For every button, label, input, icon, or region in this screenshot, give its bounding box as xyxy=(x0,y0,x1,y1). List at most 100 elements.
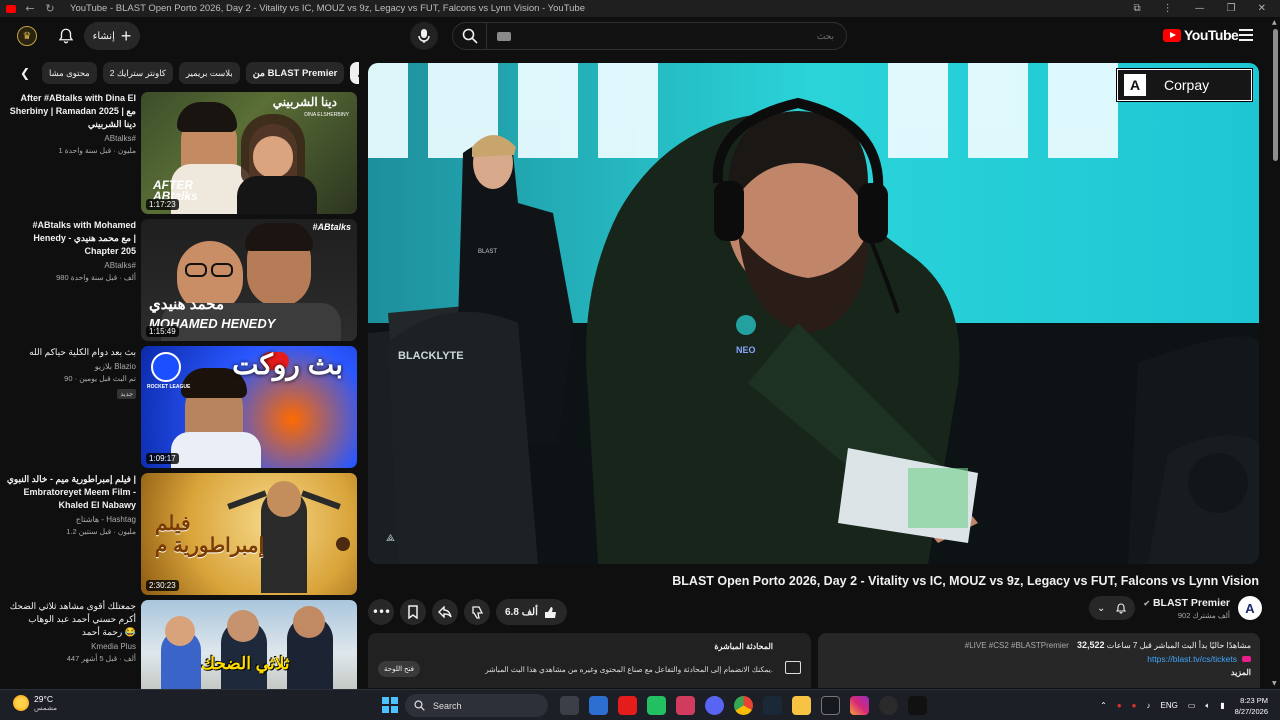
rec-title[interactable]: جمعتلك أقوى مشاهد ثلاثي الضحك أكرم حسني … xyxy=(6,600,136,639)
hamburger-menu-icon[interactable] xyxy=(1239,29,1253,41)
thumb-overlay: فيلم إمبراطورية م xyxy=(155,513,265,557)
obs-icon[interactable] xyxy=(879,696,898,715)
rec-title[interactable]: فيلم إمبراطورية ميم - خالد النبوي | Embr… xyxy=(6,473,136,512)
instagram-icon[interactable] xyxy=(850,696,869,715)
rec-thumbnail[interactable]: ثلاثي الضحك xyxy=(141,600,357,689)
snipping-tool-icon[interactable] xyxy=(676,696,695,715)
tickets-link[interactable]: https://blast.tv/cs/tickets xyxy=(1147,654,1237,664)
hashtags[interactable]: #LIVE #CS2 #BLASTPremier xyxy=(965,641,1069,650)
rec-thumbnail[interactable]: #ABtalks محمد هنيدي MOHAMED HENEDY 1:15:… xyxy=(141,219,357,341)
channel-name-text: BLAST Premier xyxy=(1152,596,1230,609)
rec-title[interactable]: بث بعد دوام الكلية حياكم الله xyxy=(6,346,136,359)
description-link-line: https://blast.tv/cs/tickets xyxy=(828,654,1251,664)
record-tray-icon[interactable]: ● xyxy=(1132,701,1137,710)
youtube-app-icon[interactable] xyxy=(618,696,637,715)
rec-title[interactable]: After #ABtalks with Dina El Sherbiny | R… xyxy=(6,92,136,131)
back-arrow-icon[interactable]: ← xyxy=(24,2,36,15)
microphone-tray-icon[interactable]: ● xyxy=(1117,701,1122,710)
show-more-button[interactable]: المزيد xyxy=(828,668,1251,677)
battery-icon[interactable]: ▮ xyxy=(1220,701,1224,710)
tray-overflow-icon[interactable]: ⌃ xyxy=(1100,701,1107,710)
file-explorer-icon[interactable] xyxy=(792,696,811,715)
rec-meta: 980 ألف · قبل سنة واحدة xyxy=(56,273,136,282)
weather-widget[interactable]: 29°C مشمس xyxy=(13,694,57,712)
share-button[interactable] xyxy=(432,599,458,625)
mic-status-icon[interactable]: ♪ xyxy=(1147,701,1151,710)
reload-icon[interactable]: ↻ xyxy=(44,2,56,15)
chat-icon xyxy=(785,661,801,674)
rec-title[interactable]: #ABtalks with Mohamed Henedy - مع محمد ه… xyxy=(6,219,136,258)
windows-start-icon[interactable] xyxy=(382,697,398,713)
rec-channel[interactable]: ABtalks# xyxy=(6,134,136,143)
maximize-icon[interactable]: ❐ xyxy=(1227,3,1236,14)
chrome-icon[interactable] xyxy=(734,696,753,715)
scrollbar-thumb[interactable] xyxy=(1273,29,1278,161)
keyboard-icon[interactable] xyxy=(497,31,511,41)
channel-avatar[interactable]: A xyxy=(1238,596,1262,620)
taskbar-search[interactable]: Search xyxy=(405,694,548,717)
youtube-logo[interactable]: YouTube xyxy=(1163,27,1239,43)
store-icon[interactable] xyxy=(589,696,608,715)
chip-all[interactable]: الكل xyxy=(350,62,359,84)
browser-titlebar: ← ↻ YouTube - BLAST Open Porto 2026, Day… xyxy=(0,0,1280,17)
like-count: 6.8 ألف xyxy=(505,606,538,618)
task-view-icon[interactable] xyxy=(560,696,579,715)
chip-from-blast[interactable]: من BLAST Premier xyxy=(245,62,345,84)
volume-icon[interactable]: 🔈︎ xyxy=(1205,701,1210,711)
like-button[interactable]: 6.8 ألف xyxy=(496,599,567,625)
rec-meta: 447 ألف · قبل 5 أشهر xyxy=(66,654,136,663)
voice-search-button[interactable] xyxy=(410,22,438,50)
rec-channel[interactable]: ABtalks# xyxy=(6,261,136,270)
duration-badge: 1:17:23 xyxy=(146,199,179,210)
tiktok-icon[interactable] xyxy=(908,696,927,715)
duration-badge: 2:30:23 xyxy=(146,580,179,591)
description-panel[interactable]: #LIVE #CS2 #BLASTPremier مشاهدًا حاليًا … xyxy=(818,633,1260,688)
rec-thumbnail[interactable]: دينا الشربيني DINA ELSHERBINY AFTER ABta… xyxy=(141,92,357,214)
minimize-icon[interactable]: — xyxy=(1195,3,1205,14)
chip-counter-strike[interactable]: كاونتر سترايك 2 xyxy=(102,62,173,84)
channel-name[interactable]: ✔ BLAST Premier xyxy=(1143,597,1230,609)
blast-avatar-icon: A xyxy=(1245,600,1255,616)
clock[interactable]: 8:23 PM 8/27/2026 xyxy=(1235,695,1268,717)
rec-thumbnail[interactable]: فيلم إمبراطورية م 2:30:23 xyxy=(141,473,357,595)
chip-blast-premier-ar[interactable]: بلاست بريمير xyxy=(178,62,240,84)
create-button[interactable]: إنشاء + xyxy=(84,22,140,50)
more-actions-button[interactable]: ••• xyxy=(368,599,394,625)
chip-related[interactable]: محتوى مشا xyxy=(42,62,97,84)
open-chat-button[interactable]: فتح اللوحة xyxy=(378,661,421,677)
rec-info: بث بعد دوام الكلية حياكم الله بلازيو Bla… xyxy=(6,346,136,401)
rec-thumbnail[interactable]: بث روكت ROCKET LEAGUE 1:09:17 xyxy=(141,346,357,468)
plus-icon: + xyxy=(120,26,132,46)
save-button[interactable] xyxy=(400,599,426,625)
dislike-button[interactable] xyxy=(464,599,490,625)
duration-badge: 1:09:17 xyxy=(146,453,179,464)
search-button[interactable] xyxy=(453,23,487,49)
bookmark-icon xyxy=(408,605,418,619)
shirt-sponsor-text: NEO xyxy=(736,345,756,355)
youtube-wordmark: YouTube xyxy=(1184,27,1239,43)
profile-avatar[interactable]: ♛ xyxy=(17,26,37,46)
steam-icon[interactable] xyxy=(763,696,782,715)
subscription-button[interactable]: ⌄ xyxy=(1088,596,1136,620)
search-input[interactable] xyxy=(511,31,846,41)
page-scrollbar[interactable]: ▲ ▼ xyxy=(1271,17,1280,689)
capcut-icon[interactable] xyxy=(821,696,840,715)
network-icon[interactable]: ▭ xyxy=(1188,701,1196,710)
live-status: مشاهدًا حاليًا بدأ البث المباشر قبل 7 سا… xyxy=(1106,641,1251,650)
video-title: BLAST Open Porto 2026, Day 2 - Vitality … xyxy=(672,574,1259,588)
notifications-bell-icon[interactable] xyxy=(57,27,75,45)
close-icon[interactable]: ✕ xyxy=(1258,3,1266,14)
chevron-left-icon[interactable]: ❮ xyxy=(14,62,36,84)
extensions-icon[interactable]: ⧉ xyxy=(1134,3,1141,14)
discord-icon[interactable] xyxy=(705,696,724,715)
whatsapp-icon[interactable] xyxy=(647,696,666,715)
video-player[interactable]: BLACKLYTE BLAST NEO ⟁ A Corpay xyxy=(368,63,1259,564)
scroll-up-icon[interactable]: ▲ xyxy=(1272,19,1277,26)
language-indicator[interactable]: ENG xyxy=(1161,701,1178,710)
rec-channel[interactable]: Kmedia Plus xyxy=(6,642,136,651)
more-menu-icon[interactable]: ⋮ xyxy=(1163,3,1173,14)
clock-date: 8/27/2026 xyxy=(1234,706,1268,716)
rec-channel[interactable]: بلازيو Blazio xyxy=(6,362,136,371)
rec-channel[interactable]: هاشتاج - Hashtag xyxy=(6,515,136,524)
scroll-down-icon[interactable]: ▼ xyxy=(1272,680,1277,687)
